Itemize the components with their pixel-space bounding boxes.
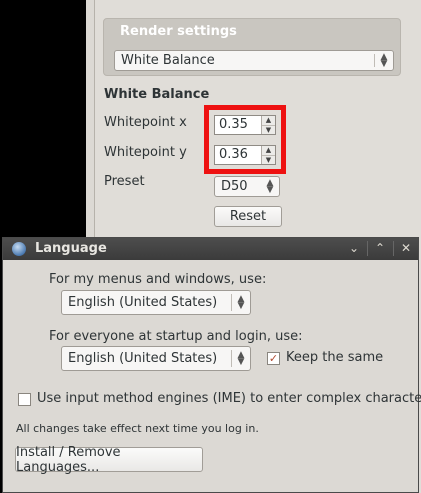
whitepoint-x-value: 0.35: [219, 117, 248, 132]
whitepoint-x-label: Whitepoint x: [104, 115, 187, 130]
spinner-buttons[interactable]: ▲ ▼: [261, 146, 275, 164]
spinner-buttons[interactable]: ▲ ▼: [261, 116, 275, 134]
startup-language-select[interactable]: English (United States) ▲ ▼: [61, 346, 251, 371]
render-settings-title: Render settings: [120, 24, 237, 39]
install-remove-languages-button[interactable]: Install / Remove Languages...: [15, 445, 203, 475]
spin-down-icon[interactable]: ▼: [262, 155, 275, 165]
keep-same-checkbox[interactable]: ✓: [267, 352, 280, 365]
maximize-icon[interactable]: ⌃: [372, 240, 388, 256]
updown-arrows-icon: ▲ ▼: [266, 177, 274, 195]
preset-value: D50: [221, 179, 248, 194]
whitepoint-y-label: Whitepoint y: [104, 145, 187, 160]
dialog-titlebar[interactable]: Language ⌄ ⌃ ✕: [3, 238, 418, 260]
menus-language-value: English (United States): [68, 295, 218, 310]
reset-button[interactable]: Reset: [214, 206, 282, 227]
minimize-icon[interactable]: ⌄: [346, 240, 362, 256]
keep-same-label[interactable]: Keep the same: [286, 350, 383, 365]
ime-label[interactable]: Use input method engines (IME) to enter …: [37, 391, 421, 406]
render-mode-value: White Balance: [121, 53, 215, 68]
render-mode-select[interactable]: White Balance ▲ ▼: [114, 50, 394, 71]
close-icon[interactable]: ✕: [398, 240, 414, 256]
globe-icon: [12, 242, 26, 256]
titlebar-separator: [367, 241, 368, 256]
preset-select[interactable]: D50 ▲ ▼: [214, 176, 280, 197]
spin-up-icon[interactable]: ▲: [262, 116, 275, 125]
changes-note: All changes take effect next time you lo…: [16, 422, 259, 435]
startup-language-label: For everyone at startup and login, use:: [49, 329, 303, 344]
preset-label: Preset: [104, 174, 145, 189]
menus-language-label: For my menus and windows, use:: [49, 272, 267, 287]
whitepoint-y-spinner[interactable]: 0.36 ▲ ▼: [214, 145, 276, 165]
white-balance-heading: White Balance: [104, 87, 210, 102]
render-settings-group: Render settings White Balance ▲ ▼: [103, 18, 401, 76]
titlebar-separator: [393, 241, 394, 256]
dialog-title: Language: [35, 241, 107, 256]
whitepoint-y-value: 0.36: [219, 147, 248, 162]
spin-down-icon[interactable]: ▼: [262, 125, 275, 135]
whitepoint-x-spinner[interactable]: 0.35 ▲ ▼: [214, 115, 276, 135]
updown-arrows-icon: ▲ ▼: [237, 293, 245, 311]
menus-language-select[interactable]: English (United States) ▲ ▼: [61, 290, 251, 315]
updown-arrows-icon: ▲ ▼: [237, 349, 245, 367]
ime-checkbox[interactable]: [18, 393, 31, 406]
startup-language-value: English (United States): [68, 351, 218, 366]
updown-arrows-icon: ▲ ▼: [380, 51, 388, 69]
spin-up-icon[interactable]: ▲: [262, 146, 275, 155]
language-dialog: Language ⌄ ⌃ ✕ For my menus and windows,…: [2, 237, 421, 493]
